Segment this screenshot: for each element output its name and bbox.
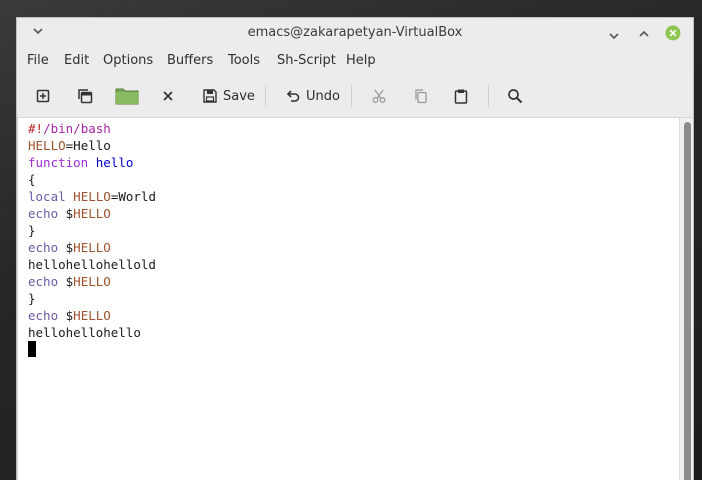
plain-text: } (28, 291, 36, 306)
code-line[interactable] (28, 341, 156, 358)
minimize-icon[interactable] (606, 25, 622, 41)
echo-command: echo (28, 206, 59, 221)
editor-buffer[interactable]: #!/bin/bash HELLO=Hello function hello{loc… (17, 118, 679, 480)
dollar-sign: $ (58, 240, 74, 255)
save-button[interactable]: Save (202, 85, 255, 107)
plain-text: hellohellohello (28, 325, 141, 340)
code-line[interactable]: hellohellohello (28, 324, 156, 341)
vertical-scrollbar[interactable] (679, 118, 693, 480)
paste-button[interactable] (453, 85, 469, 107)
dollar-sign: $ (58, 308, 74, 323)
code-line[interactable]: echo $HELLO (28, 205, 156, 222)
open-file-button[interactable] (76, 85, 94, 107)
window-title: emacs@zakarapetyan-VirtualBox (247, 25, 463, 40)
echo-command: echo (28, 308, 59, 323)
menu-file[interactable]: File (27, 53, 49, 68)
menu-buffers[interactable]: Buffers (167, 53, 213, 68)
function-keyword: function (28, 155, 89, 170)
variable-name: HELLO (73, 206, 111, 221)
code-line[interactable]: function hello (28, 154, 156, 171)
variable-name: HELLO (28, 138, 66, 153)
dollar-sign: $ (58, 206, 74, 221)
text-cursor (28, 341, 36, 357)
code-line[interactable]: HELLO=Hello (28, 137, 156, 154)
code-line[interactable]: echo $HELLO (28, 239, 156, 256)
menu-help[interactable]: Help (346, 53, 376, 68)
local-keyword: local (28, 189, 66, 204)
scrollbar-thumb[interactable] (684, 122, 691, 480)
new-file-icon (36, 89, 50, 103)
code-line[interactable]: { (28, 171, 156, 188)
close-buffer-button[interactable] (162, 85, 174, 107)
undo-label: Undo (306, 88, 340, 104)
close-window-icon[interactable] (665, 25, 681, 41)
toolbar-separator (265, 85, 266, 107)
shebang-prefix: #! (28, 121, 44, 136)
code-line[interactable]: echo $HELLO (28, 307, 156, 324)
search-icon (508, 89, 523, 104)
plain-text: hellohellohellold (28, 257, 156, 272)
copy-button[interactable] (413, 85, 429, 107)
save-label: Save (223, 88, 255, 104)
menu-sh-script[interactable]: Sh-Script (277, 53, 336, 68)
maximize-icon[interactable] (636, 25, 652, 41)
variable-name: HELLO (73, 274, 111, 289)
code-line[interactable]: local HELLO=World (28, 188, 156, 205)
tool-bar: Save Undo (17, 76, 693, 118)
undo-button[interactable]: Undo (285, 85, 340, 107)
code-text[interactable]: #!/bin/bash HELLO=Hello function hello{loc… (28, 120, 156, 358)
scissors-icon (372, 89, 386, 103)
cut-button[interactable] (371, 85, 387, 107)
variable-name: HELLO (73, 308, 111, 323)
plain-text: } (28, 223, 36, 238)
assign-value: World (118, 189, 156, 204)
undo-arrow-icon (286, 90, 300, 102)
plain-text: { (28, 172, 36, 187)
assign-value: Hello (73, 138, 111, 153)
menu-edit[interactable]: Edit (64, 53, 89, 68)
code-line[interactable]: } (28, 290, 156, 307)
copy-icon (415, 89, 427, 104)
title-bar[interactable]: emacs@zakarapetyan-VirtualBox (17, 18, 693, 49)
menu-tools[interactable]: Tools (228, 53, 260, 68)
paste-icon (454, 89, 468, 104)
echo-command: echo (28, 240, 59, 255)
toolbar-separator (488, 85, 489, 107)
variable-name: HELLO (73, 240, 111, 255)
code-line[interactable]: #!/bin/bash (28, 120, 156, 137)
echo-command: echo (28, 274, 59, 289)
menu-bar: File Edit Options Buffers Tools Sh-Scrip… (17, 49, 693, 76)
new-file-button[interactable] (35, 85, 51, 107)
shebang-path: /bin/bash (43, 121, 111, 136)
code-line[interactable]: hellohellohellold (28, 256, 156, 273)
floppy-disk-icon (203, 89, 217, 103)
function-name: hello (95, 155, 134, 170)
shebang: #!/bin/bash (28, 121, 111, 136)
menu-options[interactable]: Options (103, 53, 153, 68)
emacs-window: emacs@zakarapetyan-VirtualBox File Edit … (16, 17, 694, 480)
code-line[interactable]: } (28, 222, 156, 239)
folder-icon (115, 88, 139, 105)
search-button[interactable] (507, 85, 523, 107)
variable-name: HELLO (73, 189, 111, 204)
dollar-sign: $ (58, 274, 74, 289)
open-directory-button[interactable] (115, 85, 139, 107)
copy-windows-icon (78, 89, 93, 104)
toolbar-separator (351, 85, 352, 107)
code-line[interactable]: echo $HELLO (28, 273, 156, 290)
close-x-icon (163, 91, 173, 101)
